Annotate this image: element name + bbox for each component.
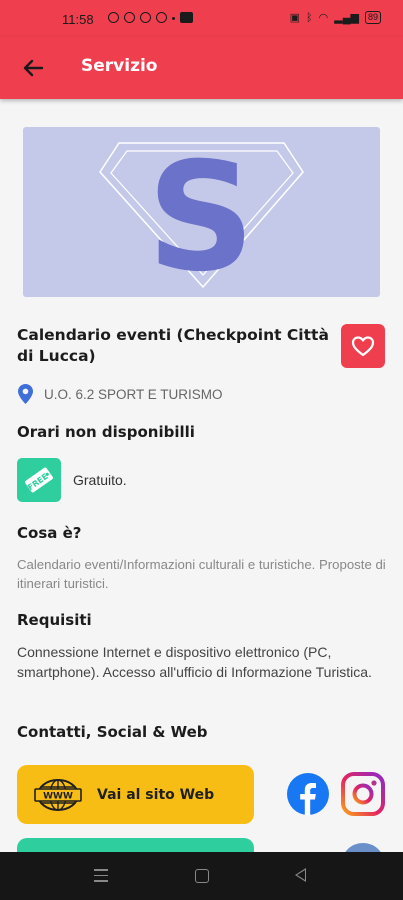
status-bar: 11:58 ▣ ᛒ ◠ ▂▄▆ 89 — [0, 0, 403, 37]
battery-icon: 89 — [364, 11, 381, 24]
website-button-label: Vai al sito Web — [97, 786, 215, 803]
home-icon[interactable] — [195, 869, 209, 883]
location-text: U.O. 6.2 SPORT E TURISMO — [44, 386, 223, 402]
page-title: Servizio — [81, 56, 158, 76]
back-arrow-icon[interactable] — [18, 53, 48, 83]
app-bar: Servizio — [0, 37, 403, 99]
what-description: Calendario eventi/Informazioni culturali… — [17, 557, 386, 591]
favorite-button[interactable] — [341, 324, 385, 368]
price-label: Gratuito. — [73, 472, 127, 488]
requirements-heading: Requisiti — [17, 611, 92, 629]
www-icon-text: WWW — [43, 791, 73, 801]
bluetooth-icon: ᛒ — [306, 11, 313, 24]
superman-logo-image: S — [99, 131, 304, 297]
nav-back-icon[interactable] — [295, 868, 306, 882]
requirements-description: Connessione Internet e dispositivo elett… — [17, 644, 372, 680]
instagram-icon[interactable] — [341, 772, 385, 816]
status-time: 11:58 — [62, 12, 94, 27]
free-tag-icon: FREE — [17, 458, 61, 502]
location-pin-icon — [18, 384, 33, 404]
signal-icon: ▂▄▆ — [334, 12, 359, 24]
contacts-heading: Contatti, Social & Web — [17, 723, 208, 741]
www-globe-icon: WWW — [34, 778, 82, 811]
website-button[interactable]: WWW Vai al sito Web — [17, 765, 254, 824]
what-heading: Cosa è? — [17, 524, 82, 542]
facebook-icon[interactable] — [286, 772, 330, 816]
recent-apps-icon[interactable] — [94, 869, 108, 886]
location-row: U.O. 6.2 SPORT E TURISMO — [17, 383, 223, 405]
nfc-icon: ▣ — [289, 12, 301, 24]
service-banner-image: S — [23, 127, 380, 297]
system-navigation-bar — [0, 852, 403, 900]
notification-icons — [108, 12, 193, 23]
wifi-icon: ◠ — [318, 12, 329, 24]
hours-heading: Orari non disponibilli — [17, 423, 195, 441]
heart-icon — [351, 336, 375, 357]
svg-text:S: S — [147, 131, 255, 297]
system-icons: ▣ ᛒ ◠ ▂▄▆ 89 — [290, 11, 381, 24]
service-title: Calendario eventi (Checkpoint Città di L… — [17, 326, 329, 365]
